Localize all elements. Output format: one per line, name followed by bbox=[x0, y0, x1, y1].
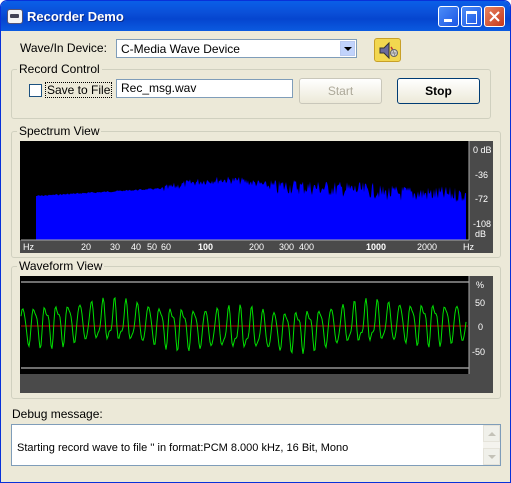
chevron-down-icon bbox=[488, 455, 496, 459]
device-dropdown-arrow[interactable] bbox=[340, 41, 355, 56]
maximize-icon bbox=[466, 11, 477, 24]
spectrum-x-tick: 50 bbox=[147, 242, 157, 252]
spectrum-x-tick: 60 bbox=[161, 242, 171, 252]
save-to-file-label[interactable]: Save to File bbox=[45, 82, 113, 98]
close-icon bbox=[489, 11, 500, 22]
spectrum-x-tick: 400 bbox=[299, 242, 314, 252]
spectrum-y-tick: -36 bbox=[475, 170, 488, 180]
spectrum-y-tick: -108 bbox=[473, 219, 491, 229]
spectrum-view-title: Spectrum View bbox=[17, 124, 102, 138]
waveform-plot: % 50 0 -50 bbox=[20, 276, 485, 374]
spectrum-plot: 0 dB -36 -72 -108 dB Hz 20 30 40 50 60 1… bbox=[20, 141, 492, 252]
spectrum-x-tick: 300 bbox=[279, 242, 294, 252]
waveform-view-title: Waveform View bbox=[17, 259, 105, 273]
spectrum-x-tick: Hz bbox=[463, 242, 474, 252]
debug-message: Starting record wave to file '' in forma… bbox=[17, 442, 349, 454]
save-to-file-checkbox[interactable] bbox=[29, 84, 42, 97]
waveform-y-tick: 0 bbox=[478, 322, 483, 332]
waveform-y-tick: 50 bbox=[475, 298, 485, 308]
spectrum-y-tick: dB bbox=[475, 229, 486, 239]
scroll-up-button[interactable] bbox=[483, 425, 500, 442]
chevron-up-icon bbox=[488, 432, 496, 436]
scroll-down-button[interactable] bbox=[483, 448, 500, 465]
window-title: Recorder Demo bbox=[27, 9, 124, 24]
debug-scrollbar[interactable] bbox=[483, 425, 500, 465]
file-name-input[interactable]: Rec_msg.wav bbox=[116, 79, 293, 98]
minimize-button[interactable] bbox=[438, 6, 459, 27]
speaker-button[interactable] bbox=[374, 38, 401, 62]
maximize-button[interactable] bbox=[461, 6, 482, 27]
waveform-display: % 50 0 -50 bbox=[20, 276, 493, 393]
spectrum-x-tick: 30 bbox=[110, 242, 120, 252]
chevron-down-icon bbox=[344, 47, 352, 51]
stop-button[interactable]: Stop bbox=[397, 78, 480, 104]
title-bar[interactable]: Recorder Demo bbox=[1, 1, 510, 31]
device-label: Wave/In Device: bbox=[20, 41, 107, 55]
spectrum-x-tick: 1000 bbox=[366, 242, 386, 252]
minimize-icon bbox=[444, 19, 452, 22]
debug-label: Debug message: bbox=[12, 407, 103, 421]
close-button[interactable] bbox=[484, 6, 505, 27]
device-select-value: C-Media Wave Device bbox=[121, 42, 240, 56]
spectrum-x-tick: 100 bbox=[198, 242, 213, 252]
spectrum-y-tick: -72 bbox=[475, 194, 488, 204]
spectrum-display: 0 dB -36 -72 -108 dB Hz 20 30 40 50 60 1… bbox=[20, 141, 493, 253]
speaker-icon bbox=[379, 41, 398, 60]
record-control-title: Record Control bbox=[17, 62, 102, 76]
waveform-y-tick: -50 bbox=[472, 347, 485, 357]
recorder-app-icon bbox=[7, 9, 23, 24]
recorder-window: Recorder Demo Wave/In Device: C-Media Wa… bbox=[0, 0, 511, 483]
spectrum-x-tick: 2000 bbox=[417, 242, 437, 252]
spectrum-x-tick: 20 bbox=[81, 242, 91, 252]
waveform-y-tick: % bbox=[476, 280, 484, 290]
spectrum-x-tick: Hz bbox=[23, 242, 34, 252]
device-select[interactable]: C-Media Wave Device bbox=[116, 39, 357, 58]
spectrum-y-tick: 0 dB bbox=[473, 145, 492, 155]
start-button[interactable]: Start bbox=[299, 78, 382, 104]
spectrum-x-tick: 40 bbox=[131, 242, 141, 252]
spectrum-x-tick: 200 bbox=[249, 242, 264, 252]
debug-textbox[interactable]: Starting record wave to file '' in forma… bbox=[11, 424, 501, 466]
